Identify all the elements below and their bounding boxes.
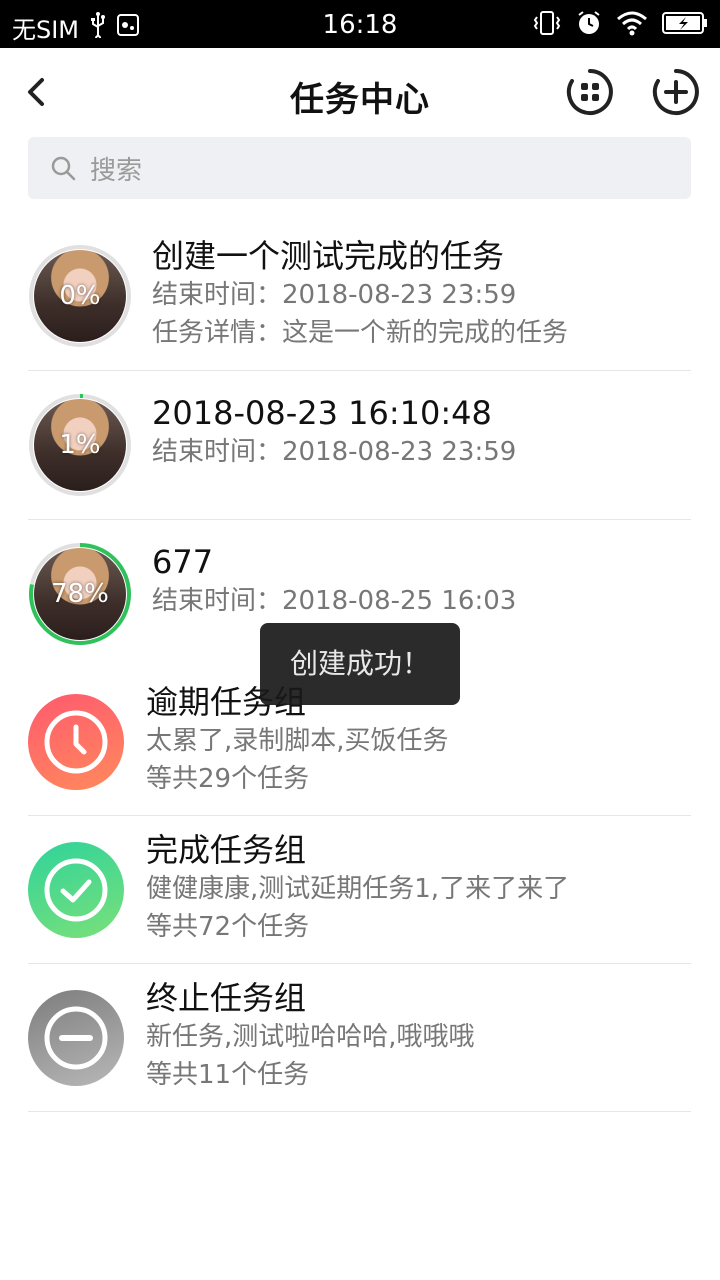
task-row[interactable]: 1% 2018-08-23 16:10:48 结束时间：2018-08-23 2…: [28, 371, 691, 520]
group-icon: [28, 990, 124, 1086]
grid-menu-button[interactable]: [566, 68, 614, 116]
search-icon: [51, 156, 76, 181]
minus-icon: [44, 1006, 108, 1070]
group-summary: 健健康康,测试延期任务1,了来了来了: [146, 874, 570, 904]
task-title: 2018-08-23 16:10:48: [152, 394, 492, 432]
alarm-icon: [576, 10, 602, 40]
progress-label: 78%: [51, 579, 109, 609]
plus-circle-icon: [652, 69, 699, 115]
toast-message: 创建成功！: [260, 623, 460, 705]
group-row-terminated[interactable]: 终止任务组 新任务,测试啦哈哈哈,哦哦哦 等共11个任务: [28, 964, 691, 1112]
task-row[interactable]: 0% 创建一个测试完成的任务 结束时间：2018-08-23 23:59 任务详…: [28, 222, 691, 371]
task-detail: 任务详情：这是一个新的完成的任务: [152, 318, 569, 348]
group-title: 完成任务组: [146, 831, 307, 869]
clock-icon: [44, 710, 108, 774]
group-icon: [28, 842, 124, 938]
group-summary: 新任务,测试啦哈哈哈,哦哦哦: [146, 1022, 475, 1052]
group-count: 等共11个任务: [146, 1060, 310, 1090]
group-title: 终止任务组: [146, 979, 307, 1017]
task-end-time: 结束时间：2018-08-25 16:03: [152, 586, 517, 616]
wifi-icon: [616, 10, 648, 40]
task-end-time: 结束时间：2018-08-23 23:59: [152, 280, 517, 310]
add-task-button[interactable]: [652, 68, 700, 116]
task-title: 677: [152, 543, 214, 581]
battery-icon: [662, 11, 708, 39]
grid-icon: [566, 69, 613, 115]
search-placeholder: 搜索: [90, 155, 143, 186]
group-icon: [28, 694, 124, 790]
check-icon: [44, 858, 108, 922]
group-summary: 太累了,录制脚本,买饭任务: [146, 726, 449, 756]
task-avatar: 0%: [28, 244, 132, 348]
status-bar: 无SIM 16:18: [0, 0, 720, 48]
group-count: 等共29个任务: [146, 764, 310, 794]
task-end-time: 结束时间：2018-08-23 23:59: [152, 437, 517, 467]
status-right: [532, 10, 708, 40]
group-row-completed[interactable]: 完成任务组 健健康康,测试延期任务1,了来了来了 等共72个任务: [28, 816, 691, 964]
progress-label: 1%: [59, 430, 101, 460]
task-title: 创建一个测试完成的任务: [152, 237, 505, 275]
task-avatar: 1%: [28, 393, 132, 497]
vibrate-icon: [532, 10, 562, 40]
progress-label: 0%: [59, 281, 101, 311]
task-avatar: 78%: [28, 542, 132, 646]
nav-bar: 任务中心: [0, 48, 720, 138]
search-bar[interactable]: 搜索: [28, 137, 691, 199]
group-count: 等共72个任务: [146, 912, 310, 942]
